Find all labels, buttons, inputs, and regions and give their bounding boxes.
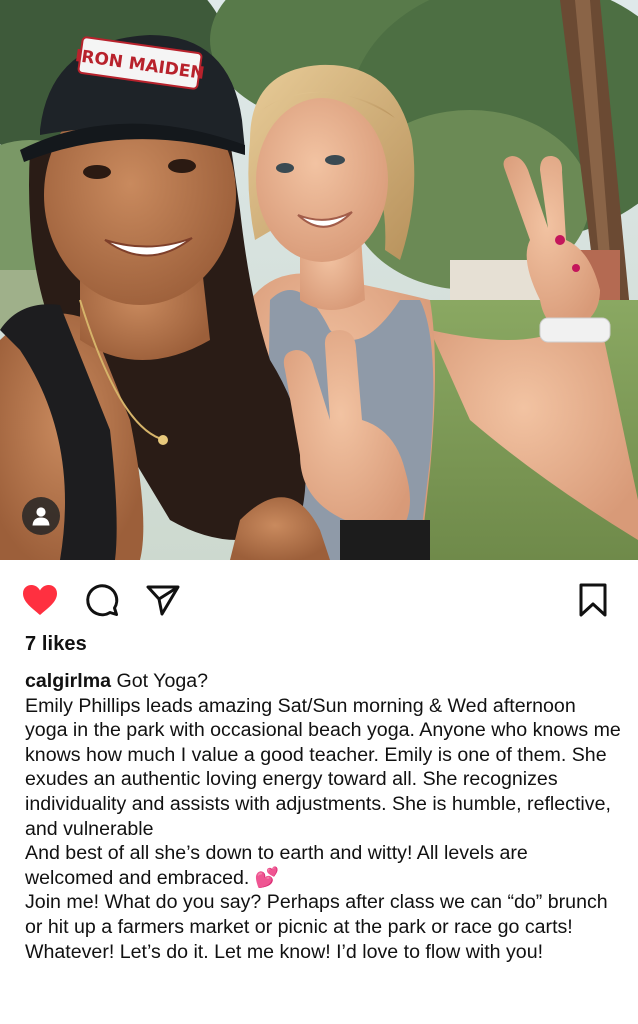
tagged-people-button[interactable]	[22, 497, 60, 535]
share-button[interactable]	[143, 580, 183, 620]
post-action-bar	[0, 572, 638, 622]
bookmark-icon	[579, 583, 607, 617]
post-username[interactable]: calgirlma	[25, 670, 111, 692]
like-button[interactable]	[20, 580, 60, 620]
two-hearts-emoji: 💕	[254, 866, 280, 889]
person-icon	[32, 507, 50, 526]
caption-paragraph: And best of all she’s down to earth and …	[25, 841, 621, 890]
caption-first-line: calgirlma Got Yoga?	[25, 669, 621, 694]
post-caption: calgirlma Got Yoga? Emily Phillips leads…	[25, 669, 621, 964]
caption-paragraph: Emily Phillips leads amazing Sat/Sun mor…	[25, 694, 621, 840]
caption-paragraph: Join me! What do you say? Perhaps after …	[25, 891, 608, 963]
caption-text: Got Yoga?	[116, 670, 209, 692]
heart-icon	[23, 585, 57, 615]
post-photo[interactable]: IRON MAIDEN	[0, 0, 638, 560]
photo-illustration: IRON MAIDEN	[0, 0, 638, 560]
comment-icon	[86, 584, 119, 617]
instagram-post: IRON MAIDEN 7 likes calgirlma Got Yoga? …	[0, 0, 638, 1024]
likes-count[interactable]: 7 likes	[25, 633, 87, 656]
comment-button[interactable]	[82, 580, 122, 620]
paper-plane-icon	[146, 585, 180, 616]
save-button[interactable]	[573, 580, 613, 620]
